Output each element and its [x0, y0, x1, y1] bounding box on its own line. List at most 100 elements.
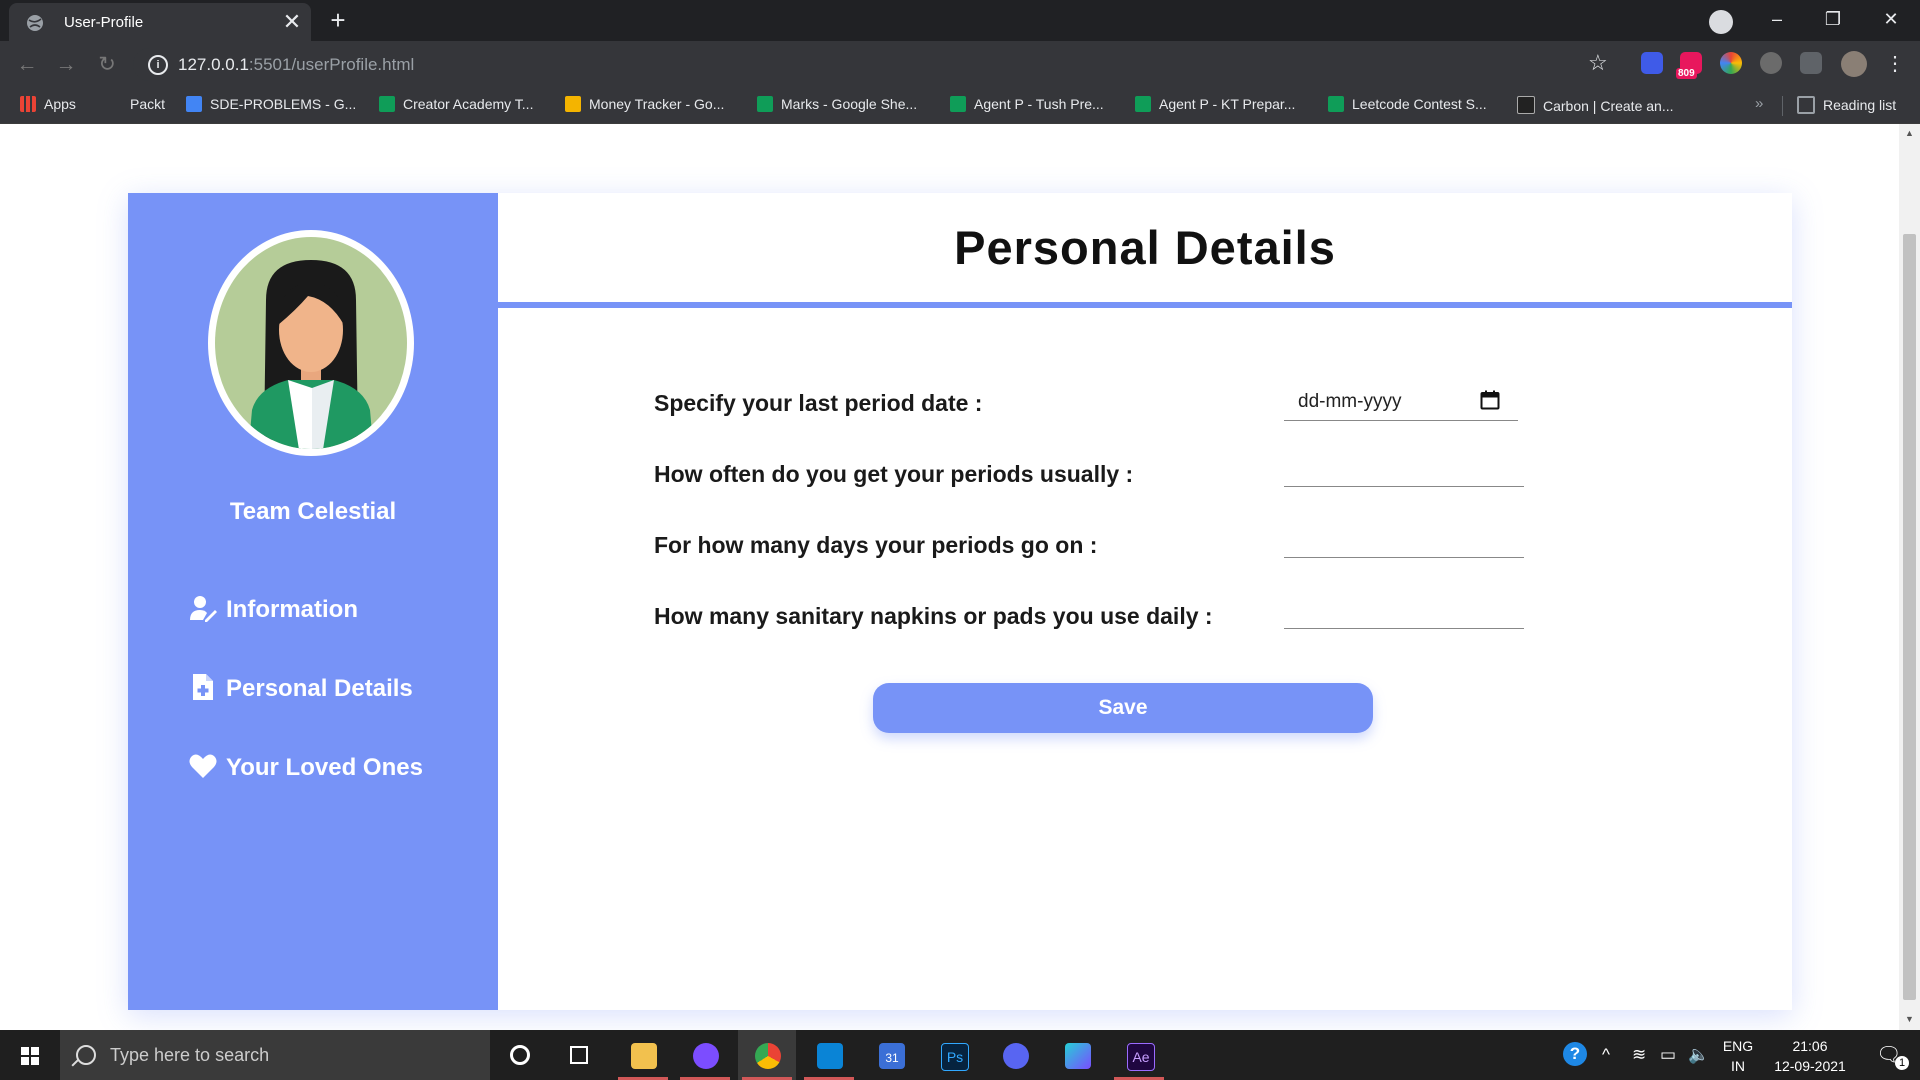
folder-icon	[631, 1043, 657, 1069]
media-queue-icon[interactable]	[1800, 52, 1822, 74]
browser-toolbar: ← → ↻ i 127.0.0.1:5501/userProfile.html	[0, 41, 1920, 88]
taskbar-search-box[interactable]: Type here to search	[60, 1030, 490, 1080]
taskbar-chrome[interactable]	[738, 1030, 796, 1080]
language-code: ENG	[1722, 1038, 1754, 1054]
language-indicator[interactable]: ENG IN	[1718, 1036, 1758, 1076]
back-arrow-icon[interactable]: ←	[15, 53, 39, 77]
calendar-app-icon: 31	[879, 1043, 905, 1069]
user-edit-icon	[190, 596, 217, 622]
bookmark-leetcode-contest[interactable]: Leetcode Contest S...	[1328, 96, 1487, 116]
taskbar-github[interactable]	[676, 1030, 734, 1080]
minimize-button[interactable]: –	[1754, 5, 1800, 33]
vscode-icon	[817, 1043, 843, 1069]
bookmarks-overflow-icon[interactable]: »	[1755, 95, 1763, 112]
after-effects-icon: Ae	[1127, 1043, 1155, 1071]
page-title: Personal Details	[954, 221, 1336, 274]
user-avatar-illustration	[208, 230, 414, 456]
bookmark-creator-academy[interactable]: Creator Academy T...	[379, 96, 533, 116]
chevron-up-icon[interactable]: ^	[1602, 1045, 1610, 1065]
extension-messenger-icon[interactable]	[1641, 52, 1663, 74]
page-scrollbar[interactable]: ▲ ▼	[1899, 124, 1920, 1030]
close-window-button[interactable]: ✕	[1868, 5, 1914, 33]
forward-arrow-icon[interactable]: →	[54, 53, 78, 77]
tab-search-icon[interactable]	[1709, 10, 1733, 34]
close-tab-icon[interactable]: ✕	[279, 9, 305, 35]
chrome-icon	[755, 1043, 781, 1069]
bookmark-marks[interactable]: Marks - Google She...	[757, 96, 917, 116]
daily-pads-label: How many sanitary napkins or pads you us…	[654, 603, 1213, 629]
taskbar-file-explorer[interactable]	[614, 1030, 672, 1080]
page-viewport: Team Celestial Information Personal Deta…	[0, 124, 1899, 1030]
browser-tab-strip: User-Profile ✕ + – ❐ ✕	[0, 0, 1920, 41]
calendar-icon[interactable]	[1480, 390, 1500, 410]
save-button[interactable]: Save	[873, 683, 1373, 733]
reading-list-icon	[1797, 96, 1815, 114]
task-view-button[interactable]	[550, 1030, 608, 1080]
restore-button[interactable]: ❐	[1810, 5, 1856, 33]
info-icon[interactable]: i	[148, 55, 168, 75]
period-frequency-input[interactable]	[1284, 450, 1524, 487]
windows-start-icon[interactable]	[0, 1030, 60, 1080]
extension-color-picker-icon[interactable]	[1720, 52, 1742, 74]
sidebar-item-your-loved-ones[interactable]: Your Loved Ones	[188, 751, 423, 785]
scrollbar-thumb[interactable]	[1903, 234, 1916, 1000]
clock[interactable]: 21:06 12-09-2021	[1760, 1036, 1860, 1076]
cortana-button[interactable]	[490, 1030, 548, 1080]
browser-tab[interactable]: User-Profile ✕	[9, 3, 311, 41]
reload-icon[interactable]: ↻	[95, 53, 119, 77]
globe-icon	[27, 15, 43, 31]
sidebar-item-label: Your Loved Ones	[226, 754, 423, 781]
bookmark-agent-p-tush[interactable]: Agent P - Tush Pre...	[950, 96, 1104, 116]
last-period-date-input[interactable]: dd-mm-yyyy	[1284, 384, 1518, 421]
taskbar-search-placeholder: Type here to search	[110, 1045, 270, 1065]
volume-icon[interactable]: 🔈	[1688, 1045, 1709, 1065]
sidebar-item-personal-details[interactable]: Personal Details	[188, 672, 413, 706]
google-sheets-icon	[1135, 96, 1151, 112]
sidebar-item-label: Personal Details	[226, 675, 413, 702]
heart-icon	[189, 754, 217, 778]
sidebar-item-information[interactable]: Information	[188, 593, 358, 627]
tab-title: User-Profile	[64, 14, 144, 31]
bookmark-agent-p-kt[interactable]: Agent P - KT Prepar...	[1135, 96, 1295, 116]
taskbar-after-effects[interactable]: Ae	[1110, 1030, 1168, 1080]
apps-grid-icon	[20, 96, 36, 112]
extensions-puzzle-icon[interactable]	[1760, 52, 1782, 74]
google-sheets-icon	[757, 96, 773, 112]
taskbar-discord[interactable]	[986, 1030, 1044, 1080]
period-frequency-label: How often do you get your periods usuall…	[654, 461, 1134, 487]
profile-avatar[interactable]	[1841, 51, 1867, 77]
reading-list-button[interactable]: Reading list	[1797, 96, 1896, 114]
taskbar-app-gradient[interactable]	[1048, 1030, 1106, 1080]
menu-dots-icon[interactable]: ⋮	[1885, 51, 1905, 76]
google-sheets-icon	[379, 96, 395, 112]
daily-pads-input[interactable]	[1284, 592, 1524, 629]
scroll-down-icon[interactable]: ▼	[1899, 1014, 1920, 1024]
bookmark-money-tracker[interactable]: Money Tracker - Go...	[565, 96, 724, 116]
bookmarks-divider	[1782, 96, 1783, 116]
new-tab-button[interactable]: +	[324, 7, 352, 35]
help-icon[interactable]: ?	[1563, 1042, 1587, 1066]
google-sheets-icon	[950, 96, 966, 112]
bookmark-star-icon[interactable]: ☆	[1588, 50, 1608, 76]
period-duration-input[interactable]	[1284, 521, 1524, 558]
app-gradient-icon	[1065, 1043, 1091, 1069]
file-medical-icon	[193, 674, 213, 700]
scroll-up-icon[interactable]: ▲	[1899, 128, 1920, 138]
clock-date: 12-09-2021	[1774, 1058, 1846, 1074]
bookmark-sde-problems[interactable]: SDE-PROBLEMS - G...	[186, 96, 356, 116]
google-slides-icon	[565, 96, 581, 112]
taskbar-photoshop[interactable]: Ps	[924, 1030, 982, 1080]
google-sheets-icon	[1328, 96, 1344, 112]
taskbar-vscode[interactable]	[800, 1030, 858, 1080]
battery-icon[interactable]: ▭	[1660, 1045, 1676, 1065]
region-code: IN	[1731, 1058, 1745, 1074]
wifi-icon[interactable]: ≋	[1632, 1045, 1646, 1065]
bookmark-carbon[interactable]: Carbon | Create an...	[1517, 96, 1673, 116]
bookmark-apps[interactable]: Apps	[20, 96, 76, 116]
profile-card: Team Celestial Information Personal Deta…	[128, 193, 1792, 1010]
taskbar-calendar[interactable]: 31	[862, 1030, 920, 1080]
address-bar[interactable]: i 127.0.0.1:5501/userProfile.html	[133, 48, 1603, 81]
bookmark-packt[interactable]: Packt	[130, 96, 165, 116]
team-name: Team Celestial	[229, 498, 397, 525]
task-view-icon	[570, 1046, 588, 1064]
